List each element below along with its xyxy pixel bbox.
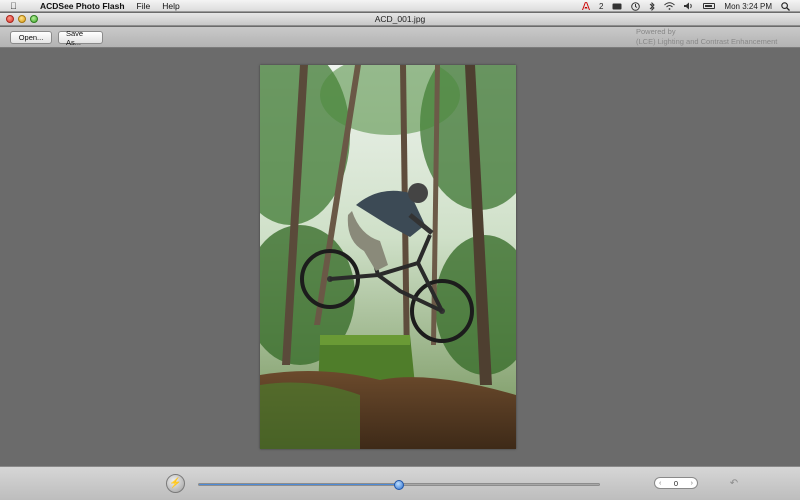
powered-by-line1: Powered by	[636, 27, 676, 36]
photo-image	[260, 65, 516, 449]
photo-preview	[260, 65, 516, 449]
slider-fill	[199, 484, 399, 485]
wifi-icon[interactable]	[664, 2, 676, 11]
undo-arrow-icon[interactable]: ↶	[728, 477, 740, 489]
powered-by-text: Powered by (LCE) Lighting and Contrast E…	[636, 27, 777, 47]
bluetooth-icon[interactable]	[649, 1, 656, 11]
volume-icon[interactable]	[684, 2, 694, 11]
stepper-decrement-icon[interactable]: ‹	[659, 480, 661, 487]
stepper-value[interactable]: 0	[674, 479, 678, 488]
lce-strength-slider[interactable]	[198, 480, 600, 490]
adobe-icon[interactable]	[581, 2, 590, 11]
notification-count: 2	[598, 1, 604, 11]
window-title: ACD_001.jpg	[374, 14, 426, 24]
bottom-bar: ⚡ ‹ 0 › ↶	[0, 466, 800, 500]
spotlight-search-icon[interactable]	[781, 1, 790, 11]
powered-by-line2: (LCE) Lighting and Contrast Enhancement	[636, 37, 778, 46]
stepper-increment-icon[interactable]: ›	[691, 480, 693, 487]
window-title-bar[interactable]: ACD_001.jpg	[0, 13, 800, 26]
toolbar: Open... Save As... Powered by (LCE) Ligh…	[0, 27, 800, 48]
value-stepper[interactable]: ‹ 0 ›	[654, 477, 698, 489]
auto-enhance-bolt-icon[interactable]: ⚡	[166, 474, 185, 493]
apple-menu-icon[interactable]: 	[10, 1, 22, 11]
battery-icon[interactable]	[703, 2, 716, 11]
menu-clock[interactable]: Mon 3:24 PM	[724, 2, 772, 11]
menu-app-name[interactable]: ACDSee Photo Flash	[40, 1, 125, 11]
keyboard-icon[interactable]	[612, 2, 622, 11]
open-button[interactable]: Open...	[10, 31, 52, 44]
menu-bar:  ACDSee Photo Flash File Help 2 Mon 3:2…	[0, 0, 800, 12]
slider-thumb[interactable]	[394, 480, 404, 490]
menu-extras: 2 Mon 3:24 PM	[581, 0, 790, 12]
image-canvas	[0, 49, 800, 466]
save-as-button[interactable]: Save As...	[58, 29, 103, 47]
menu-help[interactable]: Help	[162, 1, 179, 11]
menu-file[interactable]: File	[137, 1, 151, 11]
time-machine-icon[interactable]	[631, 1, 641, 11]
